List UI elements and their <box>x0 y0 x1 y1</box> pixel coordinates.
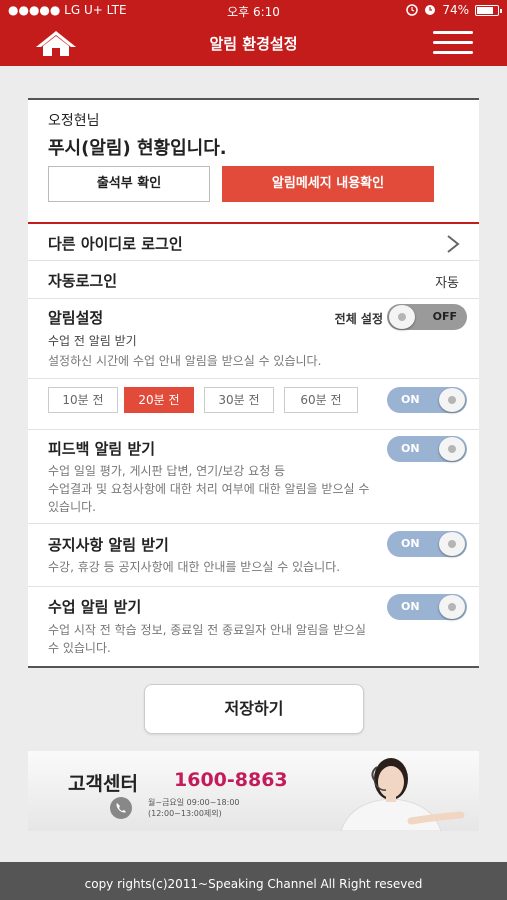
feedback-alarm-toggle[interactable]: ON <box>387 436 467 462</box>
toggle-state: OFF <box>432 310 457 323</box>
business-hours-line1: 월~금요일 09:00~18:00 <box>148 798 240 807</box>
feedback-desc-line3: 있습니다. <box>48 500 96 514</box>
customer-agent-image <box>340 758 465 831</box>
notice-alarm-label: 공지사항 알림 받기 <box>48 536 169 554</box>
settings-card: 오정현님 푸시(알림) 현황입니다. 출석부 확인 알림메세지 내용확인 다른 … <box>28 98 479 668</box>
class-alarm-toggle[interactable]: ON <box>387 594 467 620</box>
alarm-settings-label: 알림설정 <box>48 309 104 327</box>
auto-login-value[interactable]: 자동 <box>435 272 459 291</box>
feedback-alarm-label: 피드백 알림 받기 <box>48 440 156 458</box>
toggle-state: ON <box>401 537 420 550</box>
class-alarm-desc-line2: 수 있습니다. <box>48 641 111 655</box>
menu-button[interactable] <box>433 31 473 55</box>
customer-center-banner[interactable]: 고객센터 1600-8863 월~금요일 09:00~18:00 (12:00~… <box>28 751 479 831</box>
toggle-state: ON <box>401 442 420 455</box>
battery-percent: 74% <box>442 3 469 17</box>
divider <box>28 523 479 524</box>
auto-login-label: 자동로그인 <box>48 272 118 290</box>
user-name: 오정현님 <box>48 113 100 129</box>
status-right: 74% <box>406 3 502 17</box>
divider <box>28 429 479 430</box>
all-setting-label: 전체 설정 <box>334 312 383 326</box>
customer-center-phone[interactable]: 1600-8863 <box>174 769 288 791</box>
clock-icon <box>425 5 436 15</box>
time-option-10[interactable]: 10분 전 <box>48 387 118 413</box>
all-setting-toggle[interactable]: OFF <box>387 304 467 330</box>
feedback-desc-line2: 수업결과 및 요청사항에 대한 처리 여부에 대한 알림을 받으실 수 <box>48 482 370 496</box>
phone-icon <box>110 797 132 819</box>
divider <box>28 260 479 261</box>
status-bar: ●●●●● LG U+ LTE 오후 6:10 74% <box>0 0 507 20</box>
business-hours: 월~금요일 09:00~18:00 (12:00~13:00제외) <box>148 797 240 819</box>
battery-icon <box>475 4 502 16</box>
section-divider <box>28 222 479 224</box>
toggle-state: ON <box>401 393 420 406</box>
time-option-20[interactable]: 20분 전 <box>124 387 194 413</box>
toggle-state: ON <box>401 600 420 613</box>
switch-account-label[interactable]: 다른 아이디로 로그인 <box>48 233 183 254</box>
pre-class-alarm-title: 수업 전 알림 받기 <box>48 334 137 348</box>
feedback-desc-line1: 수업 일일 평가, 게시판 답변, 연기/보강 요청 등 <box>48 464 286 478</box>
business-hours-line2: (12:00~13:00제외) <box>148 809 222 818</box>
push-status-title: 푸시(알림) 현황입니다. <box>48 138 227 159</box>
page-title: 알림 환경설정 <box>209 35 298 53</box>
divider <box>28 378 479 379</box>
pre-class-alarm-toggle[interactable]: ON <box>387 387 467 413</box>
hamburger-menu-icon <box>433 31 473 34</box>
top-navigation-bar: 알림 환경설정 <box>0 20 507 66</box>
save-button[interactable]: 저장하기 <box>144 684 364 734</box>
customer-center-title: 고객센터 <box>68 773 138 795</box>
divider <box>28 298 479 299</box>
pre-class-alarm-desc: 설정하신 시간에 수업 안내 알림을 받으실 수 있습니다. <box>48 354 322 368</box>
message-check-button[interactable]: 알림메세지 내용확인 <box>222 166 434 202</box>
divider <box>28 586 479 587</box>
chevron-right-icon[interactable] <box>445 234 461 254</box>
alarm-icon <box>406 4 419 16</box>
notice-desc: 수강, 휴강 등 공지사항에 대한 안내를 받으실 수 있습니다. <box>48 560 341 574</box>
class-alarm-desc-line1: 수업 시작 전 학습 정보, 종료일 전 종료일자 안내 알림을 받으실 <box>48 623 366 637</box>
notice-alarm-toggle[interactable]: ON <box>387 531 467 557</box>
class-alarm-label: 수업 알림 받기 <box>48 598 142 616</box>
footer-copyright: copy rights(c)2011~Speaking Channel All … <box>0 862 507 900</box>
time-option-30[interactable]: 30분 전 <box>204 387 274 413</box>
time-option-60[interactable]: 60분 전 <box>284 387 358 413</box>
attendance-button[interactable]: 출석부 확인 <box>48 166 210 202</box>
